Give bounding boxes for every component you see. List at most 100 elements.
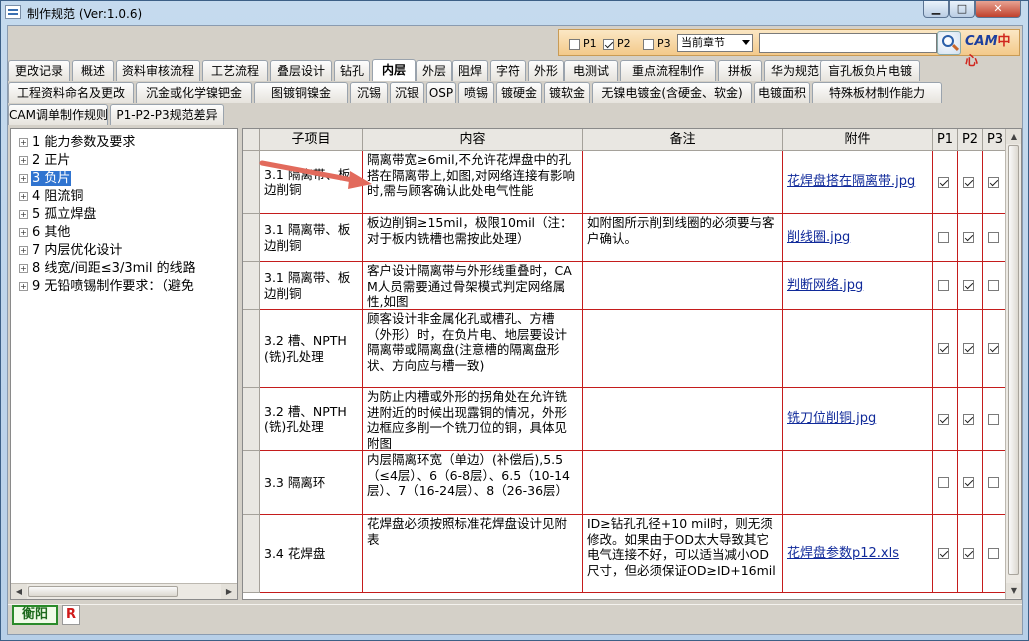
scrollbar-thumb[interactable] (1008, 145, 1019, 575)
p3-checkbox[interactable] (988, 343, 999, 354)
p3-checkbox[interactable] (988, 176, 999, 188)
search-input[interactable] (759, 33, 937, 53)
tab-row3-0[interactable]: CAM调单制作规则 (8, 104, 108, 125)
p1-checkbox[interactable] (938, 477, 949, 488)
tab-row2-0[interactable]: 工程资料命名及更改 (8, 82, 134, 103)
column-header-note[interactable]: 备注 (583, 129, 783, 151)
tab-row2-11[interactable]: 特殊板材制作能力 (812, 82, 942, 103)
tree-item-7[interactable]: +7 内层优化设计 (19, 242, 123, 260)
scroll-up-icon[interactable]: ▲ (1006, 129, 1021, 144)
row-header[interactable] (243, 310, 260, 388)
scrollbar-thumb[interactable] (28, 586, 178, 597)
tab-row2-2[interactable]: 图镀铜镍金 (254, 82, 348, 103)
row-header[interactable] (243, 262, 260, 310)
tab-row2-1[interactable]: 沉金或化学镍钯金 (136, 82, 252, 103)
p3-checkbox[interactable] (988, 280, 999, 291)
tab-row1-6[interactable]: 内层 (372, 59, 416, 81)
tab-row2-3[interactable]: 沉锡 (350, 82, 388, 103)
tab-row1-1[interactable]: 概述 (72, 60, 114, 81)
p1-checkbox[interactable] (938, 548, 949, 559)
tab-row1-5[interactable]: 钻孔 (334, 60, 370, 81)
p2-checkbox[interactable] (963, 280, 974, 291)
tab-row1-12[interactable]: 重点流程制作 (620, 60, 716, 81)
row-header[interactable] (243, 388, 260, 451)
p2-checkbox[interactable] (963, 343, 974, 354)
row-1-attach-cell[interactable]: 花焊盘搭在隔离带.jpg (783, 151, 933, 214)
scroll-right-icon[interactable]: ▶ (221, 584, 237, 599)
tree-item-3[interactable]: +3 负片 (19, 170, 72, 188)
expand-icon[interactable]: + (19, 246, 28, 255)
tree-item-1[interactable]: +1 能力参数及要求 (19, 134, 136, 152)
p3-checkbox[interactable] (988, 232, 999, 243)
p3-filter-checkbox[interactable]: P3 (643, 37, 671, 51)
tree-item-5[interactable]: +5 孤立焊盘 (19, 206, 97, 224)
tab-row2-10[interactable]: 电镀面积 (754, 82, 810, 103)
row-7-attach-cell[interactable]: 花焊盘参数p12.xls (783, 515, 933, 593)
tab-row1-7[interactable]: 外层 (416, 60, 452, 81)
p3-checkbox[interactable] (988, 413, 999, 425)
tree-horizontal-scrollbar[interactable]: ◀ ▶ (11, 583, 237, 599)
tab-row1-8[interactable]: 阻焊 (452, 60, 488, 81)
tab-row1-10[interactable]: 外形 (528, 60, 564, 81)
p2-checkbox[interactable] (963, 477, 974, 488)
chapter-select[interactable]: 当前章节 (677, 34, 753, 52)
expand-icon[interactable]: + (19, 264, 28, 273)
tree-item-8[interactable]: +8 线宽/间距≤3/3mil 的线路 (19, 260, 197, 278)
title-bar[interactable]: 制作规范 (Ver:1.0.6) ▁ □ ✕ (1, 1, 1028, 25)
scroll-down-icon[interactable]: ▼ (1006, 583, 1021, 598)
p2-checkbox[interactable] (963, 232, 974, 243)
p2-checkbox-box[interactable] (603, 38, 614, 50)
p1-checkbox[interactable] (938, 280, 949, 291)
expand-icon[interactable]: + (19, 192, 28, 201)
tree-item-4[interactable]: +4 阻流铜 (19, 188, 84, 206)
p1-checkbox[interactable] (938, 176, 949, 188)
tab-row1-9[interactable]: 字符 (490, 60, 526, 81)
p1-checkbox[interactable] (938, 413, 949, 425)
close-button[interactable]: ✕ (975, 1, 1021, 18)
tab-row2-9[interactable]: 无镍电镀金(含硬金、软金) (592, 82, 752, 103)
tab-row1-11[interactable]: 电测试 (564, 60, 618, 81)
p1-checkbox[interactable] (938, 232, 949, 243)
row-header[interactable] (243, 515, 260, 593)
tab-row1-15[interactable]: 盲孔板负片电镀 (820, 60, 920, 81)
column-header-sub[interactable]: 子项目 (260, 129, 363, 151)
row-header[interactable] (243, 151, 260, 214)
p2-checkbox[interactable] (963, 413, 974, 425)
tab-row2-6[interactable]: 喷锡 (458, 82, 494, 103)
tree-item-2[interactable]: +2 正片 (19, 152, 71, 170)
search-button[interactable] (937, 31, 961, 55)
row-header[interactable] (243, 451, 260, 515)
expand-icon[interactable]: + (19, 174, 28, 183)
column-header-attach[interactable]: 附件 (783, 129, 933, 151)
row-2-attach-cell[interactable]: 削线圈.jpg (783, 214, 933, 262)
tab-row1-13[interactable]: 拼板 (718, 60, 762, 81)
column-header-p2[interactable]: P2 (958, 129, 983, 151)
expand-icon[interactable]: + (19, 156, 28, 165)
tab-row1-3[interactable]: 工艺流程 (202, 60, 268, 81)
expand-icon[interactable]: + (19, 228, 28, 237)
p1-checkbox-box[interactable] (569, 38, 580, 50)
tab-row2-4[interactable]: 沉银 (390, 82, 424, 103)
row-header[interactable] (243, 214, 260, 262)
tab-row1-0[interactable]: 更改记录 (8, 60, 70, 81)
p2-checkbox[interactable] (963, 176, 974, 188)
tab-row3-1[interactable]: P1-P2-P3规范差异 (110, 104, 224, 125)
expand-icon[interactable]: + (19, 282, 28, 291)
expand-icon[interactable]: + (19, 210, 28, 219)
tab-row1-4[interactable]: 叠层设计 (270, 60, 332, 81)
p1-filter-checkbox[interactable]: P1 (569, 37, 597, 51)
column-header-p1[interactable]: P1 (933, 129, 958, 151)
p3-checkbox-box[interactable] (643, 38, 654, 50)
tree-item-9[interactable]: +9 无铅喷锡制作要求：（避免 (19, 278, 195, 296)
tab-row2-7[interactable]: 镀硬金 (496, 82, 542, 103)
row-5-attach-cell[interactable]: 铣刀位削铜.jpg (783, 388, 933, 451)
tab-row1-2[interactable]: 资料审核流程 (116, 60, 200, 81)
column-header-content[interactable]: 内容 (363, 129, 583, 151)
tab-row2-5[interactable]: OSP (426, 82, 456, 103)
row-3-attach-cell[interactable]: 判断网络.jpg (783, 262, 933, 310)
tab-row2-8[interactable]: 镀软金 (544, 82, 590, 103)
table-vertical-scrollbar[interactable]: ▲ ▼ (1005, 129, 1021, 599)
scroll-left-icon[interactable]: ◀ (11, 584, 27, 599)
expand-icon[interactable]: + (19, 138, 28, 147)
maximize-button[interactable]: □ (949, 1, 975, 18)
